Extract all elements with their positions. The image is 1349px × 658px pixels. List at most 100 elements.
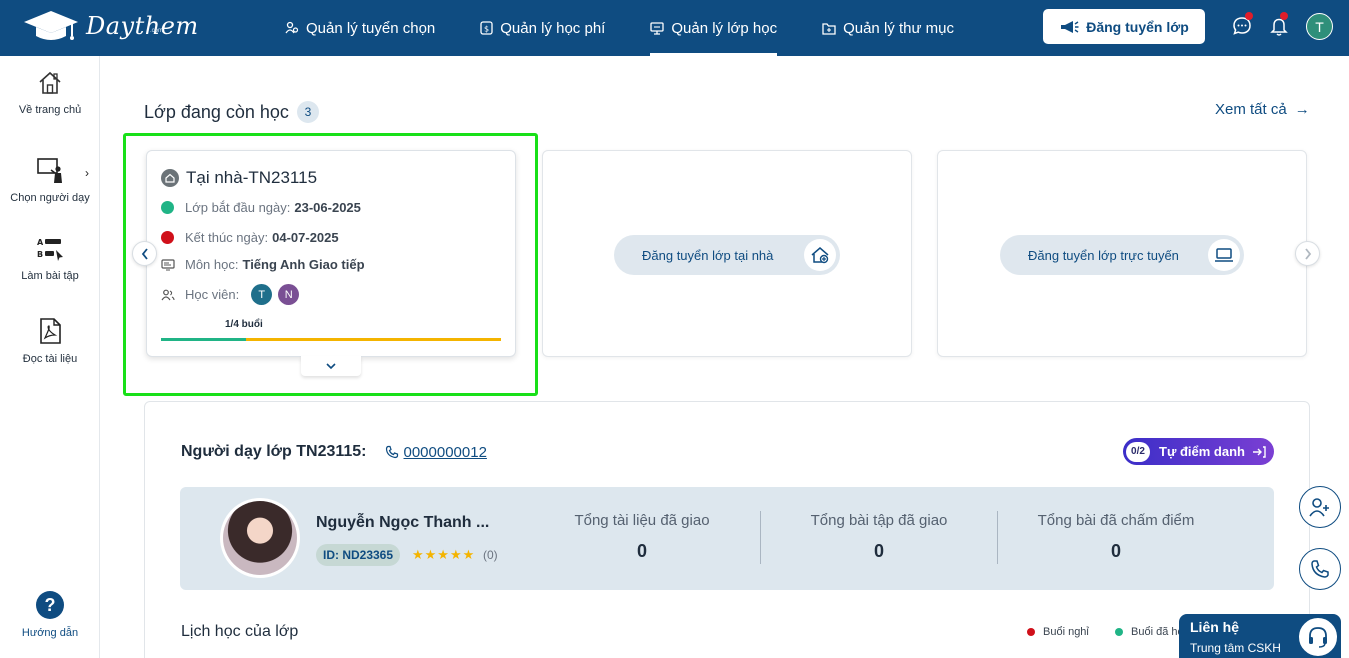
sidebar-item-exercises[interactable]: AB Làm bài tập [0,236,100,282]
classroom-icon [650,21,664,35]
pdf-document-icon [40,318,61,344]
chevron-left-icon [141,247,148,260]
nav-selection-management[interactable]: Quản lý tuyển chọn [285,0,435,56]
logo[interactable]: Daythem [22,8,199,44]
start-label: Lớp bắt đầu ngày: [185,200,291,215]
nav-folder-management[interactable]: Quản lý thư mục [822,0,954,56]
teacher-summary: Nguyễn Ngọc Thanh ... ID: ND23365 ★★★★★ … [180,487,1274,590]
sidebar-item-help[interactable]: ? Hướng dẫn [0,591,100,639]
login-arrow-icon [1252,445,1266,458]
sidebar-item-choose-teacher[interactable]: Chọn người dạy [0,156,100,204]
sidebar-item-label: Hướng dẫn [21,627,79,639]
expand-card-button[interactable] [301,356,361,376]
post-online-class-card: Đăng tuyển lớp trực tuyến [937,150,1307,357]
teacher-avatar[interactable] [220,498,300,578]
sidebar-item-label: Đọc tài liệu [22,353,78,365]
add-user-button[interactable] [1299,486,1341,528]
attendance-count: 0/2 [1126,441,1150,462]
carousel-prev-button[interactable] [132,241,157,266]
class-card-title: Tại nhà-TN23115 [161,168,317,188]
chat-button[interactable] [1231,12,1253,42]
headset-icon [1297,616,1339,658]
teacher-board-icon [37,158,62,183]
notification-unread-dot [1280,12,1288,20]
subject-icon [161,258,175,270]
teacher-phone-link[interactable]: 0000000012 [385,444,487,461]
class-code: Tại nhà-TN23115 [186,168,318,187]
chevron-right-icon [1304,247,1311,260]
logo-subtext: .com [150,28,164,34]
see-all-link[interactable]: Xem tất cả → [1215,101,1310,118]
sidebar-item-label: Chọn người dạy [10,192,90,204]
legend-absent: Buổi nghỉ [1027,626,1089,638]
class-count-badge: 3 [296,101,319,123]
post-class-button[interactable]: Đăng tuyển lớp [1043,9,1205,44]
stat-divider [997,511,998,564]
post-home-class-label: Đăng tuyển lớp tại nhà [642,247,774,263]
stat-label: Tổng tài liệu đã giao [574,512,710,529]
laptop-icon [1208,239,1240,271]
stat-value: 0 [1110,541,1121,561]
svg-text:B: B [37,250,43,259]
start-status-dot [161,201,174,214]
home-class-icon [161,169,179,187]
teacher-header-label: Người dạy lớp TN23115: [181,443,367,460]
sidebar-item-documents[interactable]: Đọc tài liệu [0,317,100,365]
nav-label: Quản lý học phí [500,19,606,37]
teacher-name[interactable]: Nguyễn Ngọc Thanh ... [316,514,489,532]
students-icon [161,289,175,300]
subject-value: Tiếng Anh Giao tiếp [242,257,365,272]
post-home-class-button[interactable]: Đăng tuyển lớp tại nhà [614,235,840,275]
sidebar-item-home[interactable]: Về trang chủ [0,70,100,116]
legend-attended: Buổi đã học [1115,626,1189,638]
self-attendance-button[interactable]: 0/2 Tự điểm danh [1123,438,1274,465]
section-title-text: Lớp đang còn học [144,101,289,122]
stat-value: 0 [873,541,884,561]
session-progress-bar [161,338,501,341]
notification-button[interactable] [1268,12,1290,42]
student-avatar[interactable]: T [251,284,273,305]
home-post-icon [804,239,836,271]
teacher-header: Người dạy lớp TN23115: 0000000012 [181,443,487,461]
legend-dot [1115,628,1123,636]
end-date: 04-07-2025 [272,230,339,245]
chevron-down-icon [326,363,336,370]
sidebar-item-label: Làm bài tập [21,270,79,282]
post-home-class-card: Đăng tuyển lớp tại nhà [542,150,912,357]
sidebar-expand-icon[interactable]: › [85,166,89,180]
svg-text:$: $ [484,25,489,34]
sidebar: Về trang chủ Chọn người dạy › AB Làm bài… [0,56,100,658]
class-detail-panel: Người dạy lớp TN23115: 0000000012 0/2 Tự… [144,401,1310,658]
see-all-label: Xem tất cả [1215,101,1287,118]
user-avatar[interactable]: T [1306,13,1333,40]
call-button[interactable] [1299,548,1341,590]
class-students-row: Học viên: T N [161,284,300,305]
end-status-dot [161,231,174,244]
stat-value: 0 [636,541,647,561]
legend-label: Buổi nghỉ [1043,626,1089,638]
nav-tuition-management[interactable]: $ Quản lý học phí [480,0,605,56]
customer-support-widget[interactable]: Liên hệ Trung tâm CSKH [1179,614,1341,658]
phone-icon [385,445,398,459]
money-icon: $ [480,21,493,35]
megaphone-icon [1061,20,1079,33]
phone-icon [1311,560,1329,578]
arrow-right-icon: → [1294,101,1310,118]
help-icon: ? [36,591,64,619]
stat-exercises: Tổng bài tập đã giao 0 [779,512,979,562]
legend-dot [1027,628,1035,636]
nav-label: Quản lý thư mục [843,19,954,37]
support-subtitle: Trung tâm CSKH [1190,641,1281,655]
teacher-id-badge: ID: ND23365 [316,544,401,566]
start-date: 23-06-2025 [294,200,361,215]
nav-class-management[interactable]: Quản lý lớp học [650,0,777,56]
end-label: Kết thúc ngày: [185,230,269,245]
post-online-class-button[interactable]: Đăng tuyển lớp trực tuyến [1000,235,1244,275]
class-card[interactable]: Tại nhà-TN23115 Lớp bắt đầu ngày: 23-06-… [146,150,516,376]
student-avatar[interactable]: N [278,284,300,305]
nav-label: Quản lý tuyển chọn [306,19,436,37]
carousel-next-button[interactable] [1295,241,1320,266]
stat-label: Tổng bài tập đã giao [810,512,948,529]
rating-count: (0) [483,548,498,562]
schedule-title: Lịch học của lớp [181,623,299,640]
